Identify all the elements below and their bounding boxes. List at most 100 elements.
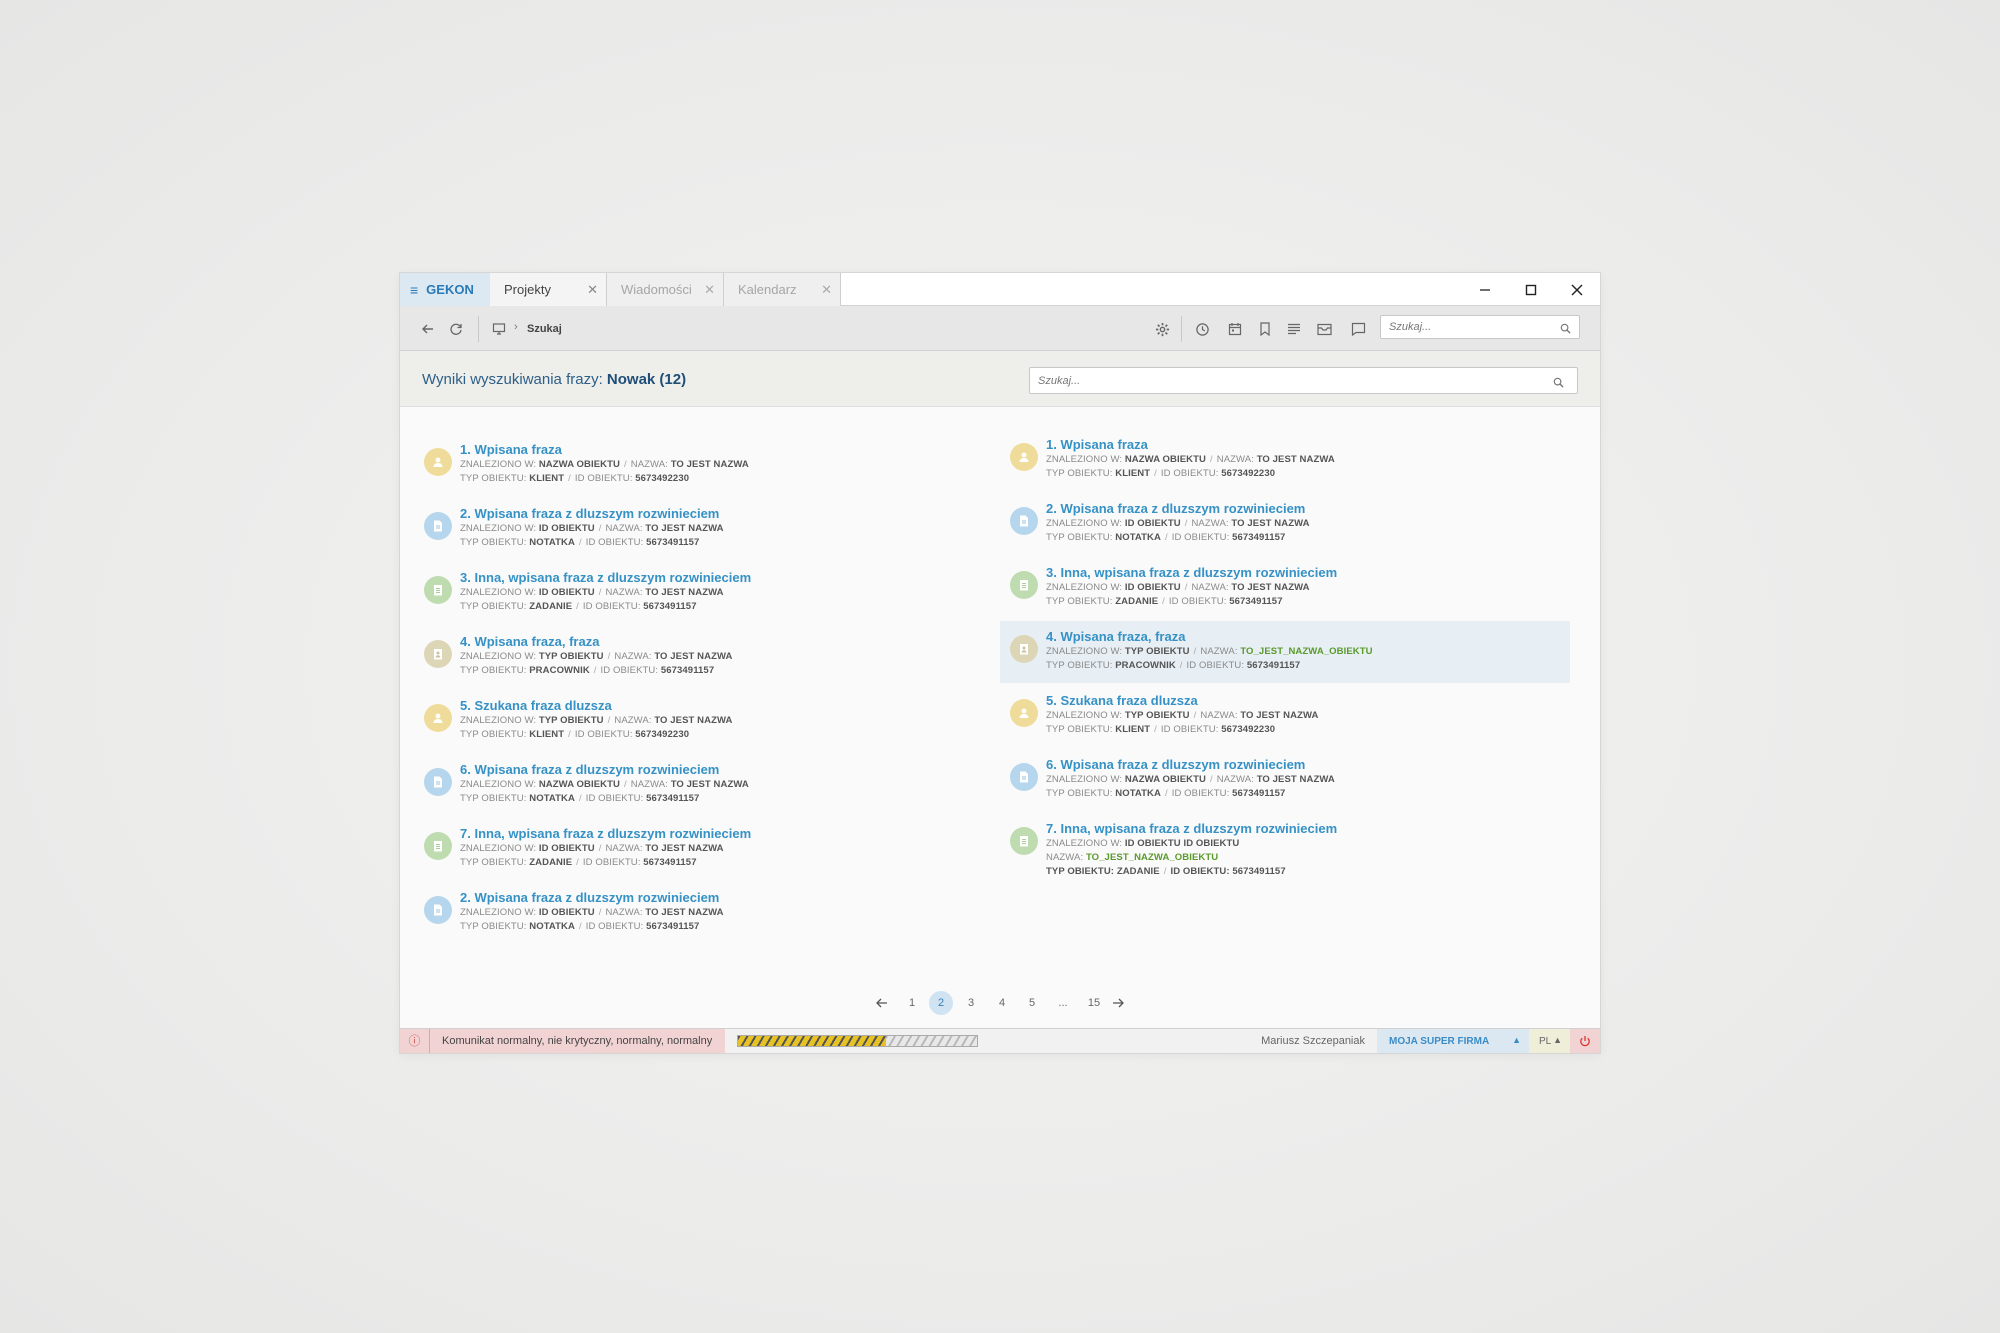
page-button[interactable]: 3 (959, 991, 983, 1015)
search-result[interactable]: 3. Inna, wpisana fraza z dluzszym rozwin… (424, 568, 964, 630)
result-title[interactable]: 3. Inna, wpisana fraza z dluzszym rozwin… (460, 570, 751, 585)
id-value: 5673491157 (646, 537, 700, 548)
language-selector[interactable]: PL ▲ (1529, 1029, 1570, 1053)
result-title[interactable]: 6. Wpisana fraza z dluzszym rozwinieciem (460, 762, 719, 777)
search-result[interactable]: 3. Inna, wpisana fraza z dluzszym rozwin… (1010, 563, 1570, 625)
tab-kalendarz[interactable]: Kalendarz ✕ (724, 273, 841, 306)
search-result[interactable]: 2. Wpisana fraza z dluzszym rozwinieciem… (424, 888, 964, 950)
search-result[interactable]: 2. Wpisana fraza z dluzszym rozwinieciem… (424, 504, 964, 566)
history-button[interactable] (1192, 319, 1212, 339)
notes-button[interactable] (1284, 319, 1304, 339)
toolbar-search-input[interactable] (1380, 315, 1580, 339)
result-title[interactable]: 7. Inna, wpisana fraza z dluzszym rozwin… (460, 826, 751, 841)
search-result[interactable]: 7. Inna, wpisana fraza z dluzszym rozwin… (1010, 819, 1570, 881)
result-title[interactable]: 7. Inna, wpisana fraza z dluzszym rozwin… (1046, 821, 1337, 836)
search-result[interactable]: 5. Szukana fraza dluzsza ZNALEZIONO W: TY… (1010, 691, 1570, 753)
calendar-button[interactable] (1225, 319, 1245, 339)
id-value: 5673492230 (635, 473, 690, 484)
type-label: TYP OBIEKTU: (460, 793, 527, 804)
app-menu-button[interactable]: ≡ GEKON (400, 273, 490, 306)
person-icon (1019, 708, 1029, 718)
bookmark-button[interactable] (1255, 319, 1275, 339)
user-name[interactable]: Mariusz Szczepaniak (1261, 1035, 1365, 1047)
result-title[interactable]: 2. Wpisana fraza z dluzszym rozwinieciem (1046, 501, 1305, 516)
id-value: 5673491157 (1232, 866, 1286, 877)
results-header: Wyniki wyszukiwania frazy: Nowak (12) (400, 351, 1600, 407)
next-page-button[interactable] (1106, 991, 1130, 1015)
company-selector[interactable]: MOJA SUPER FIRMA ▲ (1377, 1029, 1529, 1053)
separator: / (1210, 774, 1213, 785)
status-message-text: Komunikat normalny, nie krytyczny, norma… (442, 1035, 713, 1047)
result-title[interactable]: 5. Szukana fraza dluzsza (460, 698, 612, 713)
search-result[interactable]: 1. Wpisana fraza ZNALEZIONO W: NAZWA OBIE… (1010, 435, 1570, 497)
prev-page-button[interactable] (870, 991, 894, 1015)
found-in-label: ZNALEZIONO W: (1046, 646, 1123, 657)
search-result[interactable]: 6. Wpisana fraza z dluzszym rozwinieciem… (1010, 755, 1570, 817)
tab-wiadomosci[interactable]: Wiadomości ✕ (607, 273, 724, 306)
type-value: ZADANIE (1116, 866, 1160, 877)
result-title[interactable]: 2. Wpisana fraza z dluzszym rozwinieciem (460, 890, 719, 905)
close-icon[interactable]: ✕ (704, 282, 715, 298)
title-prefix: Wyniki wyszukiwania frazy: (422, 371, 603, 388)
separator: / (624, 779, 627, 790)
chat-icon (1351, 322, 1365, 336)
page-button[interactable]: 15 (1082, 991, 1106, 1015)
found-in-label: ZNALEZIONO W: (460, 779, 537, 790)
settings-button[interactable] (1152, 319, 1172, 339)
result-title[interactable]: 5. Szukana fraza dluzsza (1046, 693, 1198, 708)
id-label: ID OBIEKTU: (1170, 866, 1230, 877)
home-breadcrumb[interactable] (489, 319, 509, 339)
logout-button[interactable] (1570, 1029, 1600, 1053)
close-window-button[interactable] (1554, 273, 1600, 306)
name-value: TO JEST NAZWA (1231, 518, 1310, 529)
minimize-button[interactable] (1462, 273, 1508, 306)
result-title[interactable]: 1. Wpisana fraza (460, 442, 562, 457)
mail-button[interactable] (1314, 319, 1334, 339)
found-in-value: TYP OBIEKTU (1124, 710, 1190, 721)
page-button[interactable]: 2 (929, 991, 953, 1015)
name-value: TO JEST NAZWA (1256, 454, 1335, 465)
result-title[interactable]: 6. Wpisana fraza z dluzszym rozwinieciem (1046, 757, 1305, 772)
result-title[interactable]: 4. Wpisana fraza, fraza (460, 634, 599, 649)
separator: / (568, 473, 571, 484)
name-label: NAZWA: (630, 459, 668, 470)
name-label: NAZWA: (1200, 710, 1238, 721)
result-title[interactable]: 3. Inna, wpisana fraza z dluzszym rozwin… (1046, 565, 1337, 580)
search-result[interactable]: 5. Szukana fraza dluzsza ZNALEZIONO W: TY… (424, 696, 964, 758)
maximize-button[interactable] (1508, 273, 1554, 306)
id-value: 5673492230 (635, 729, 690, 740)
back-button[interactable] (418, 319, 438, 339)
page-button[interactable]: 4 (990, 991, 1014, 1015)
page-button[interactable]: 1 (900, 991, 924, 1015)
type-label: TYP OBIEKTU: (1046, 866, 1115, 877)
status-message[interactable]: ⓘ Komunikat normalny, nie krytyczny, nor… (400, 1029, 725, 1053)
result-title[interactable]: 4. Wpisana fraza, fraza (1046, 629, 1185, 644)
name-label: NAZWA: (1216, 454, 1254, 465)
search-icon[interactable] (1560, 321, 1571, 339)
refresh-button[interactable] (446, 319, 466, 339)
search-icon[interactable] (1553, 375, 1564, 393)
results-search-input[interactable] (1029, 367, 1578, 394)
separator: / (607, 715, 611, 726)
id-label: ID OBIEKTU: (1160, 724, 1219, 735)
search-result[interactable]: 4. Wpisana fraza, fraza ZNALEZIONO W: TYP… (424, 632, 964, 694)
search-result[interactable]: 7. Inna, wpisana fraza z dluzszym rozwin… (424, 824, 964, 886)
progress-bar (737, 1035, 978, 1047)
page-button[interactable]: 5 (1020, 991, 1044, 1015)
search-result[interactable]: 6. Wpisana fraza z dluzszym rozwinieciem… (424, 760, 964, 822)
type-value: NOTATKA (1115, 788, 1161, 799)
close-icon[interactable]: ✕ (587, 282, 598, 298)
close-icon[interactable]: ✕ (821, 282, 832, 298)
type-value: KLIENT (529, 729, 565, 740)
messages-button[interactable] (1348, 319, 1368, 339)
search-result[interactable]: 4. Wpisana fraza, fraza ZNALEZIONO W: TYP… (1000, 621, 1570, 683)
result-title[interactable]: 1. Wpisana fraza (1046, 437, 1148, 452)
name-label: NAZWA: (1191, 582, 1229, 593)
tab-projekty[interactable]: Projekty ✕ (490, 273, 607, 306)
result-title[interactable]: 2. Wpisana fraza z dluzszym rozwinieciem (460, 506, 719, 521)
result-meta-line: ZNALEZIONO W: NAZWA OBIEKTU / NAZWA: TO JE… (1046, 454, 1335, 465)
name-label: NAZWA: (605, 523, 643, 534)
found-in-label: ZNALEZIONO W: (460, 459, 537, 470)
search-result[interactable]: 2. Wpisana fraza z dluzszym rozwinieciem… (1010, 499, 1570, 561)
search-result[interactable]: 1. Wpisana fraza ZNALEZIONO W: NAZWA OBIE… (424, 440, 964, 502)
